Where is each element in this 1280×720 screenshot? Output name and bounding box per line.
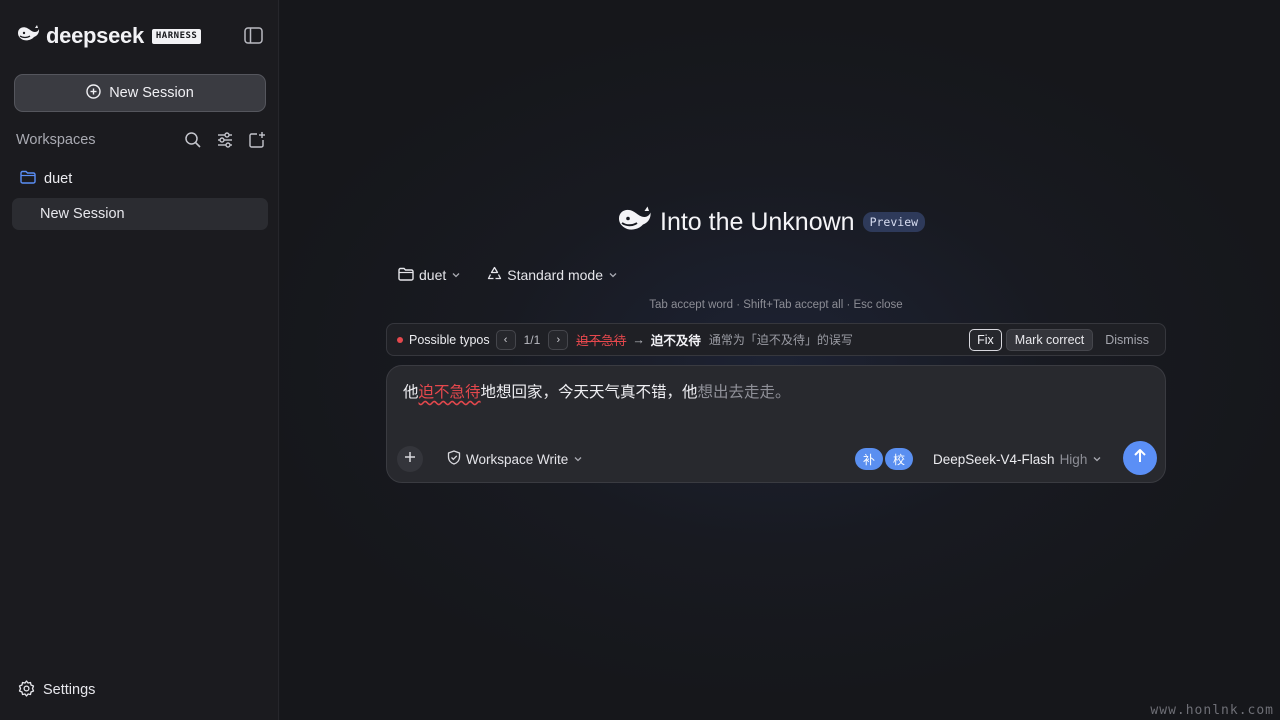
- mode-selector-label: Standard mode: [507, 267, 603, 283]
- typo-label: Possible typos: [409, 332, 490, 347]
- plus-icon: [404, 450, 416, 468]
- typo-note: 通常为「迫不及待」的误写: [708, 333, 853, 347]
- chevron-down-icon: [1092, 452, 1102, 467]
- folder-selector-label: duet: [419, 267, 447, 283]
- attach-button[interactable]: [397, 446, 423, 472]
- hero-title-row: Into the Unknown Preview: [616, 205, 926, 240]
- workspaces-header: Workspaces: [16, 128, 266, 152]
- typo-suggestion-bar: Possible typos ‹ 1/1 › 迫不急待 → 迫不及待 通常为「迫…: [386, 323, 1166, 356]
- settings-link[interactable]: Settings: [18, 679, 95, 701]
- prev-typo-button[interactable]: ‹: [495, 329, 516, 350]
- brand-name: deepseek: [46, 23, 144, 48]
- gear-icon: [18, 679, 35, 701]
- new-session-label: New Session: [109, 85, 194, 101]
- arrow-up-icon: [1132, 448, 1148, 469]
- main-area: Into the Unknown Preview duet Standard m…: [280, 0, 1280, 720]
- sidebar-toggle-icon[interactable]: [244, 27, 263, 44]
- folder-icon: [20, 170, 36, 188]
- typo-wrong-text: 迫不急待: [576, 334, 627, 348]
- new-session-button[interactable]: New Session: [14, 74, 266, 112]
- page-title: Into the Unknown: [660, 208, 855, 236]
- mode-selector[interactable]: Standard mode: [487, 266, 618, 284]
- search-icon[interactable]: [184, 131, 202, 149]
- mark-correct-button[interactable]: Mark correct: [1005, 328, 1094, 351]
- typo-counter: 1/1: [523, 332, 541, 347]
- recycle-icon: [487, 266, 502, 284]
- session-item-new-session[interactable]: New Session: [12, 198, 268, 230]
- composer-ghost-suggestion: 想出去走走。: [697, 384, 791, 401]
- add-folder-icon[interactable]: [248, 131, 266, 149]
- settings-label: Settings: [43, 682, 96, 698]
- proofread-toggle[interactable]: 校: [885, 448, 913, 470]
- sidebar: deepseek HARNESS New Session Workspaces: [0, 0, 279, 720]
- send-button[interactable]: [1123, 441, 1157, 475]
- brand-badge: HARNESS: [151, 28, 202, 44]
- typo-status-dot: [397, 336, 403, 343]
- model-selector[interactable]: DeepSeek-V4-Flash High: [933, 449, 1102, 469]
- preview-badge: Preview: [862, 212, 926, 232]
- supplement-toggle[interactable]: 补: [855, 448, 883, 470]
- dismiss-button[interactable]: Dismiss: [1097, 330, 1157, 350]
- message-composer[interactable]: 他迫不急待地想回家，今天天气真不错，他想出去走走。 Workspace Writ…: [386, 365, 1166, 483]
- typo-actions: Fix Mark correct Dismiss: [969, 328, 1165, 351]
- fix-button[interactable]: Fix: [969, 328, 1002, 351]
- model-level: High: [1059, 451, 1088, 467]
- watermark: www.honlnk.com: [1150, 703, 1274, 718]
- plus-circle-icon: [86, 83, 101, 103]
- workspace-folder-duet[interactable]: duet: [20, 168, 72, 190]
- permission-selector[interactable]: Workspace Write: [447, 449, 583, 469]
- composer-text-after: 地想回家，今天天气真不错，他: [480, 384, 698, 401]
- folder-selector[interactable]: duet: [398, 267, 461, 284]
- session-item-label: New Session: [40, 206, 125, 222]
- folder-icon: [398, 267, 414, 284]
- next-typo-button[interactable]: ›: [548, 329, 569, 350]
- filter-sliders-icon[interactable]: [216, 131, 234, 149]
- keyboard-hint: Tab accept word · Shift+Tab accept all ·…: [649, 299, 903, 311]
- composer-input[interactable]: 他迫不急待地想回家，今天天气真不错，他想出去走走。: [403, 383, 791, 403]
- whale-logo-icon: [16, 24, 40, 49]
- shield-check-icon: [447, 450, 461, 468]
- composer-text-before: 他: [403, 384, 419, 401]
- chevron-down-icon: [573, 452, 583, 467]
- chevron-down-icon: [451, 267, 461, 283]
- arrow-right-icon: →: [632, 332, 645, 347]
- model-name: DeepSeek-V4-Flash: [933, 451, 1055, 467]
- brand-logo[interactable]: deepseek HARNESS: [16, 23, 202, 49]
- workspaces-tools: [184, 131, 266, 149]
- permission-label: Workspace Write: [466, 451, 569, 467]
- composer-typo-word[interactable]: 迫不急待: [419, 384, 481, 401]
- typo-correct-text: 迫不及待: [650, 334, 701, 348]
- composer-controls: duet Standard mode: [398, 264, 618, 286]
- whale-logo-icon: [616, 205, 652, 240]
- workspaces-label: Workspaces: [16, 132, 96, 148]
- chevron-down-icon: [608, 267, 618, 283]
- folder-name: duet: [44, 171, 73, 187]
